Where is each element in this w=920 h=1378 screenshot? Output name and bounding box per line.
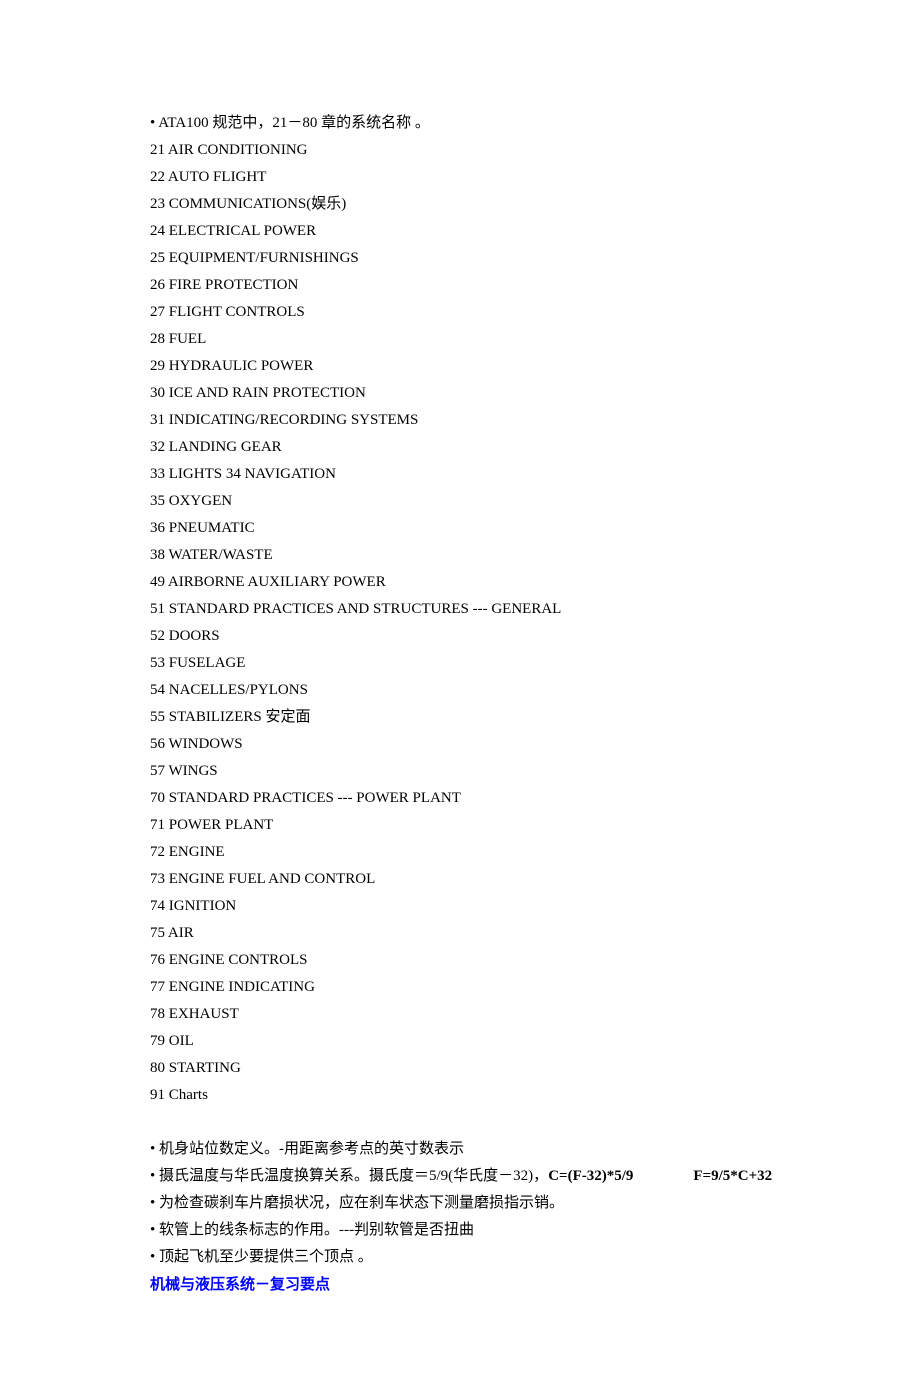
- chapter-line: 25 EQUIPMENT/FURNISHINGS: [150, 245, 770, 272]
- chapter-line: 73 ENGINE FUEL AND CONTROL: [150, 866, 770, 893]
- chapter-line: 35 OXYGEN: [150, 488, 770, 515]
- chapter-line: 57 WINGS: [150, 758, 770, 785]
- chapter-line: 71 POWER PLANT: [150, 812, 770, 839]
- note-temp-formula1: C=(F-32)*5/9: [548, 1168, 633, 1184]
- chapter-line: 32 LANDING GEAR: [150, 434, 770, 461]
- chapter-line: 31 INDICATING/RECORDING SYSTEMS: [150, 407, 770, 434]
- note-brake: 为检查碳刹车片磨损状况，应在刹车状态下测量磨损指示销。: [150, 1190, 770, 1217]
- chapter-line: 29 HYDRAULIC POWER: [150, 353, 770, 380]
- chapter-line: 27 FLIGHT CONTROLS: [150, 299, 770, 326]
- note-hose: 软管上的线条标志的作用。---判别软管是否扭曲: [150, 1217, 770, 1244]
- chapter-line: 56 WINDOWS: [150, 731, 770, 758]
- chapter-line: 55 STABILIZERS 安定面: [150, 704, 770, 731]
- chapter-line: 52 DOORS: [150, 623, 770, 650]
- chapter-line: 53 FUSELAGE: [150, 650, 770, 677]
- chapter-line: 26 FIRE PROTECTION: [150, 272, 770, 299]
- chapter-line: 80 STARTING: [150, 1055, 770, 1082]
- chapter-line: 70 STANDARD PRACTICES --- POWER PLANT: [150, 785, 770, 812]
- chapter-line: 28 FUEL: [150, 326, 770, 353]
- note-temperature: • 摄氏温度与华氏温度换算关系。摄氏度＝5/9(华氏度－32)，C=(F-32)…: [150, 1163, 770, 1190]
- chapter-line: 49 AIRBORNE AUXILIARY POWER: [150, 569, 770, 596]
- chapter-line: 33 LIGHTS 34 NAVIGATION: [150, 461, 770, 488]
- chapter-line: 74 IGNITION: [150, 893, 770, 920]
- note-temp-formula2: F=9/5*C+32: [693, 1168, 772, 1184]
- bullet-icon: •: [150, 1168, 159, 1184]
- chapter-line: 76 ENGINE CONTROLS: [150, 947, 770, 974]
- intro-line: ATA100 规范中，21－80 章的系统名称 。: [150, 110, 770, 137]
- chapter-line: 36 PNEUMATIC: [150, 515, 770, 542]
- chapter-line: 78 EXHAUST: [150, 1001, 770, 1028]
- document-page: ATA100 规范中，21－80 章的系统名称 。 21 AIR CONDITI…: [0, 0, 920, 1378]
- chapters-list: 21 AIR CONDITIONING22 AUTO FLIGHT23 COMM…: [150, 137, 770, 1109]
- chapter-line: 30 ICE AND RAIN PROTECTION: [150, 380, 770, 407]
- chapter-line: 79 OIL: [150, 1028, 770, 1055]
- note-station: 机身站位数定义。-用距离参考点的英寸数表示: [150, 1136, 770, 1163]
- blank-line: [150, 1109, 770, 1136]
- chapter-line: 54 NACELLES/PYLONS: [150, 677, 770, 704]
- chapter-line: 22 AUTO FLIGHT: [150, 164, 770, 191]
- chapter-line: 72 ENGINE: [150, 839, 770, 866]
- note-jack: 顶起飞机至少要提供三个顶点 。: [150, 1244, 770, 1271]
- chapter-line: 24 ELECTRICAL POWER: [150, 218, 770, 245]
- chapter-line: 75 AIR: [150, 920, 770, 947]
- chapter-line: 51 STANDARD PRACTICES AND STRUCTURES ---…: [150, 596, 770, 623]
- note-temp-text: 摄氏温度与华氏温度换算关系。摄氏度＝5/9(华氏度－32)，: [159, 1168, 548, 1184]
- chapter-line: 77 ENGINE INDICATING: [150, 974, 770, 1001]
- chapter-line: 38 WATER/WASTE: [150, 542, 770, 569]
- chapter-line: 21 AIR CONDITIONING: [150, 137, 770, 164]
- chapter-line: 23 COMMUNICATIONS(娱乐): [150, 191, 770, 218]
- chapter-line: 91 Charts: [150, 1082, 770, 1109]
- section-title: 机械与液压系统－复习要点: [150, 1271, 770, 1298]
